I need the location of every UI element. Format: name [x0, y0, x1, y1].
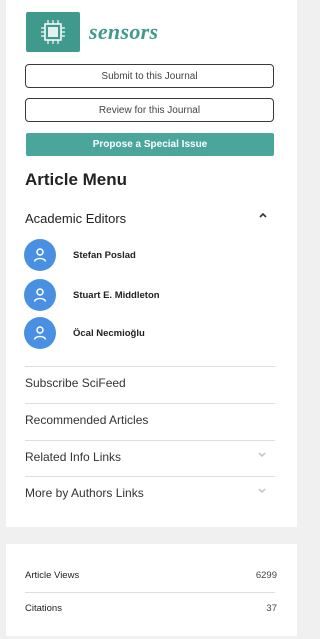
article-stats-panel: Article Views 6299 Citations 37	[6, 544, 297, 636]
link-label: More by Authors Links	[25, 486, 144, 500]
chip-icon	[26, 12, 80, 52]
divider	[25, 592, 275, 593]
related-info-links-toggle[interactable]: Related Info Links	[25, 450, 275, 468]
stat-label: Citations	[25, 603, 62, 614]
chevron-up-icon	[258, 210, 268, 222]
editor-name: Stuart E. Middleton	[73, 289, 160, 301]
academic-editors-label: Academic Editors	[25, 211, 127, 226]
link-label: Subscribe SciFeed	[25, 376, 126, 390]
stat-label: Article Views	[25, 570, 80, 581]
chevron-down-icon	[257, 486, 267, 497]
article-sidebar: sensors Submit to this Journal Review fo…	[6, 0, 297, 527]
more-by-authors-links-toggle[interactable]: More by Authors Links	[25, 486, 275, 504]
subscribe-scifeed-link[interactable]: Subscribe SciFeed	[25, 376, 275, 394]
link-label: Related Info Links	[25, 450, 122, 464]
editor-name: Öcal Necmioğlu	[73, 327, 145, 339]
user-avatar-icon	[24, 317, 56, 349]
editor-name: Stefan Poslad	[73, 249, 136, 261]
review-for-journal-button[interactable]: Review for this Journal	[25, 98, 274, 122]
user-avatar-icon	[24, 239, 56, 271]
editor-item[interactable]: Stuart E. Middleton	[24, 279, 160, 311]
divider	[25, 403, 275, 404]
propose-special-issue-button[interactable]: Propose a Special Issue	[26, 133, 274, 156]
link-label: Recommended Articles	[25, 413, 149, 427]
journal-logo[interactable]: sensors	[26, 12, 158, 52]
stat-value: 6299	[255, 570, 277, 581]
stat-row-citations[interactable]: Citations 37	[25, 603, 277, 614]
editor-item[interactable]: Stefan Poslad	[24, 239, 136, 271]
article-menu-title: Article Menu	[25, 170, 128, 189]
submit-to-journal-button[interactable]: Submit to this Journal	[25, 64, 274, 88]
divider	[25, 440, 275, 441]
stat-row-article-views[interactable]: Article Views 6299	[25, 570, 277, 581]
stat-value: 37	[266, 603, 277, 614]
divider	[25, 476, 275, 477]
user-avatar-icon	[24, 279, 56, 311]
editor-item[interactable]: Öcal Necmioğlu	[24, 317, 145, 349]
chevron-down-icon	[257, 450, 267, 461]
academic-editors-toggle[interactable]: Academic Editors	[25, 210, 274, 228]
divider	[25, 366, 275, 367]
journal-name: sensors	[89, 19, 159, 44]
recommended-articles-link[interactable]: Recommended Articles	[25, 413, 275, 431]
